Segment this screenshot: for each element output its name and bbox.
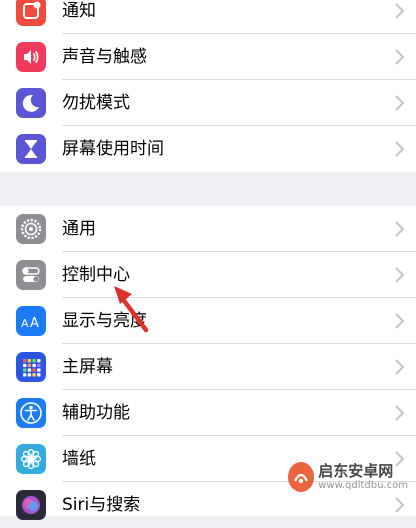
settings-row-home-screen[interactable]: 主屏幕 <box>0 344 416 390</box>
siri-icon <box>16 490 46 520</box>
notifications-icon <box>16 0 46 26</box>
settings-row-label: 辅助功能 <box>62 403 130 423</box>
settings-row-label: 通用 <box>62 219 96 239</box>
flower-icon <box>16 444 46 474</box>
toggles-icon <box>16 260 46 290</box>
chevron-right-icon <box>395 359 404 375</box>
speaker-icon <box>16 42 46 72</box>
settings-row-label: 勿扰模式 <box>62 93 130 113</box>
settings-row-label: 主屏幕 <box>62 357 113 377</box>
settings-row-control-center[interactable]: 控制中心 <box>0 252 416 298</box>
settings-row-label: 屏幕使用时间 <box>62 139 164 159</box>
svg-text:A: A <box>21 317 29 330</box>
settings-row-notifications[interactable]: 通知 <box>0 0 416 34</box>
settings-group-notifications: 通知 声音与触感 勿扰模式 屏幕使用时间 <box>0 0 416 172</box>
watermark-logo-icon <box>288 462 315 492</box>
moon-icon <box>16 88 46 118</box>
chevron-right-icon <box>395 95 404 111</box>
settings-row-screen-time[interactable]: 屏幕使用时间 <box>0 126 416 172</box>
chevron-right-icon <box>395 141 404 157</box>
settings-row-label: 声音与触感 <box>62 47 147 67</box>
settings-row-accessibility[interactable]: 辅助功能 <box>0 390 416 436</box>
chevron-right-icon <box>395 3 404 19</box>
settings-row-label: Siri与搜索 <box>62 495 141 515</box>
settings-row-sounds[interactable]: 声音与触感 <box>0 34 416 80</box>
chevron-right-icon <box>395 221 404 237</box>
chevron-right-icon <box>395 497 404 513</box>
settings-row-do-not-disturb[interactable]: 勿扰模式 <box>0 80 416 126</box>
svg-text:A: A <box>30 316 39 331</box>
chevron-right-icon <box>395 313 404 329</box>
settings-row-display-brightness[interactable]: AA 显示与亮度 <box>0 298 416 344</box>
watermark: 启东安卓网 www.qdltdbu.com <box>288 456 408 498</box>
annotation-arrow-icon <box>114 286 149 333</box>
home-grid-icon <box>16 352 46 382</box>
chevron-right-icon <box>395 405 404 421</box>
hourglass-icon <box>16 134 46 164</box>
settings-row-label: 通知 <box>62 1 96 21</box>
watermark-title: 启东安卓网 <box>318 462 394 480</box>
settings-row-label: 墙纸 <box>62 449 96 469</box>
gear-icon <box>16 214 46 244</box>
watermark-url: www.qdltdbu.com <box>318 480 408 491</box>
text-size-icon: AA <box>16 306 46 336</box>
chevron-right-icon <box>395 267 404 283</box>
settings-row-general[interactable]: 通用 <box>0 206 416 252</box>
chevron-right-icon <box>395 49 404 65</box>
accessibility-icon <box>16 398 46 428</box>
